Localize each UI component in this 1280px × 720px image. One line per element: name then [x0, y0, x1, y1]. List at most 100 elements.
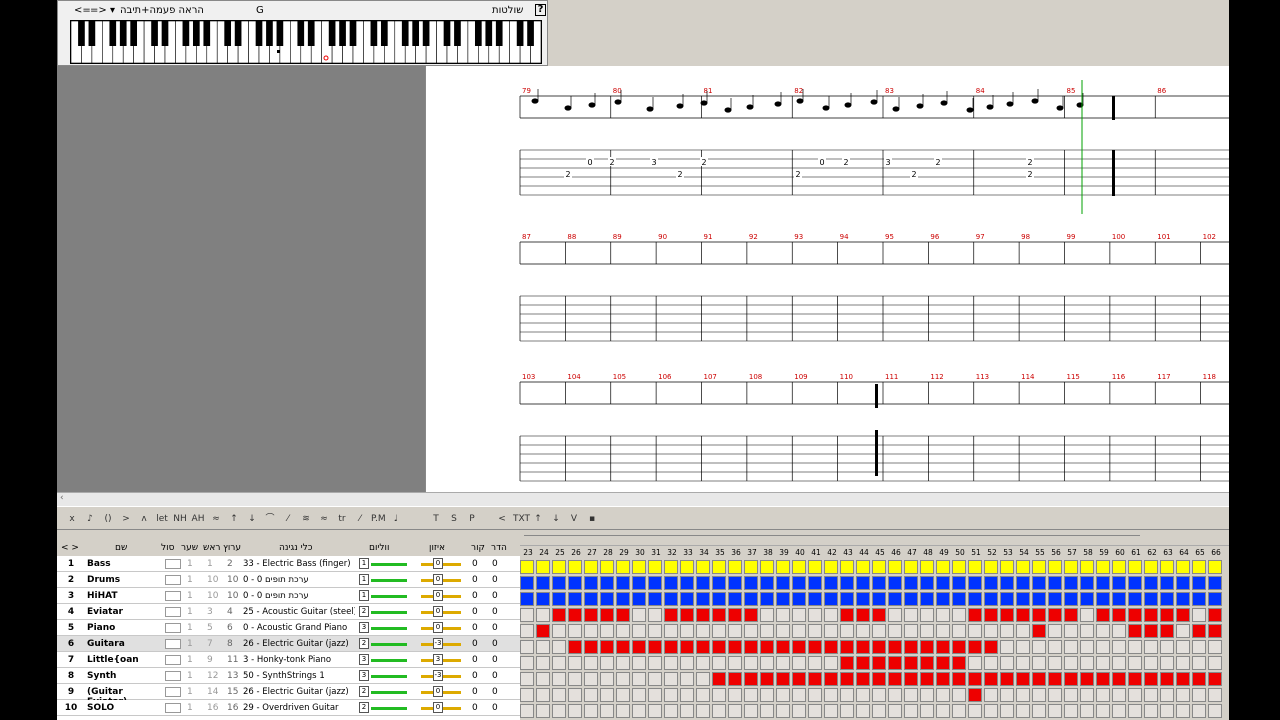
timeline-block[interactable]: [696, 688, 710, 702]
timeline-block[interactable]: [536, 624, 550, 638]
timeline-block[interactable]: [744, 640, 758, 654]
timeline-block[interactable]: [920, 592, 934, 606]
timeline-block[interactable]: [536, 688, 550, 702]
piano-black-key[interactable]: [130, 21, 138, 46]
timeline-block[interactable]: [1048, 688, 1062, 702]
timeline-block[interactable]: [744, 576, 758, 590]
timeline-block[interactable]: [664, 592, 678, 606]
tab-number[interactable]: 2: [843, 158, 848, 167]
solo-mute-checkbox[interactable]: [165, 703, 181, 713]
track-port[interactable]: 1: [187, 591, 193, 601]
timeline-block[interactable]: [920, 608, 934, 622]
solo-mute-checkbox[interactable]: [165, 607, 181, 617]
balance-slider[interactable]: 0: [417, 686, 465, 698]
timeline-block[interactable]: [872, 656, 886, 670]
timeline-block[interactable]: [936, 656, 950, 670]
timeline-block[interactable]: [760, 592, 774, 606]
timeline-block[interactable]: [1000, 624, 1014, 638]
timeline-block[interactable]: [952, 592, 966, 606]
timeline-block[interactable]: [1128, 624, 1142, 638]
timeline-block[interactable]: [1064, 656, 1078, 670]
track-name[interactable]: Piano: [87, 623, 159, 633]
timeline-block[interactable]: [1112, 704, 1126, 718]
track-instrument[interactable]: 29 - Overdriven Guitar: [243, 703, 355, 713]
toolbar-button[interactable]: ⁄: [353, 511, 367, 527]
timeline-block[interactable]: [936, 624, 950, 638]
timeline-block[interactable]: [792, 576, 806, 590]
track-port[interactable]: 1: [187, 703, 193, 713]
timeline-block[interactable]: [760, 704, 774, 718]
timeline-block[interactable]: [1048, 576, 1062, 590]
timeline-block[interactable]: [1144, 704, 1158, 718]
toolbar-button[interactable]: ↓: [245, 511, 259, 527]
piano-black-key[interactable]: [161, 21, 169, 46]
note-head[interactable]: [986, 104, 994, 110]
timeline-block[interactable]: [584, 592, 598, 606]
timeline-block[interactable]: [728, 688, 742, 702]
note-head[interactable]: [564, 105, 572, 111]
timeline-block[interactable]: [1176, 560, 1190, 574]
timeline-block[interactable]: [680, 672, 694, 686]
timeline-block[interactable]: [1096, 608, 1110, 622]
timeline-block[interactable]: [696, 704, 710, 718]
track-port[interactable]: 1: [187, 687, 193, 697]
track-reverb[interactable]: 0: [492, 623, 498, 633]
toolbar-button[interactable]: ↓: [549, 511, 563, 527]
track-instrument[interactable]: 25 - Acoustic Guitar (steel): [243, 607, 355, 617]
timeline-block[interactable]: [872, 560, 886, 574]
timeline-block[interactable]: [1160, 560, 1174, 574]
timeline-block[interactable]: [552, 656, 566, 670]
timeline-block[interactable]: [1112, 656, 1126, 670]
timeline-block[interactable]: [1096, 560, 1110, 574]
timeline-block[interactable]: [664, 656, 678, 670]
timeline-block[interactable]: [888, 640, 902, 654]
track-chorus[interactable]: 0: [472, 703, 478, 713]
timeline-block[interactable]: [1032, 704, 1046, 718]
timeline-block[interactable]: [1112, 560, 1126, 574]
timeline-block[interactable]: [984, 656, 998, 670]
timeline-block[interactable]: [1144, 608, 1158, 622]
timeline-block[interactable]: [1208, 672, 1222, 686]
timeline-block[interactable]: [984, 640, 998, 654]
timeline-block[interactable]: [568, 576, 582, 590]
timeline-block[interactable]: [760, 688, 774, 702]
timeline-block[interactable]: [680, 592, 694, 606]
timeline-block[interactable]: [952, 608, 966, 622]
timeline-block[interactable]: [712, 576, 726, 590]
track-head[interactable]: 16: [207, 703, 218, 713]
timeline-block[interactable]: [952, 656, 966, 670]
timeline-block[interactable]: [1176, 640, 1190, 654]
timeline-block[interactable]: [856, 656, 870, 670]
timeline-block[interactable]: [792, 624, 806, 638]
timeline-block[interactable]: [968, 576, 982, 590]
piano-black-key[interactable]: [422, 21, 430, 46]
note-head[interactable]: [916, 103, 924, 109]
timeline-block[interactable]: [984, 688, 998, 702]
track-reverb[interactable]: 0: [492, 559, 498, 569]
timeline-block[interactable]: [872, 640, 886, 654]
timeline-block[interactable]: [648, 624, 662, 638]
timeline-block[interactable]: [520, 688, 534, 702]
timeline-block[interactable]: [1064, 624, 1078, 638]
timeline-block[interactable]: [728, 608, 742, 622]
timeline-block[interactable]: [792, 672, 806, 686]
timeline-block[interactable]: [1112, 672, 1126, 686]
timeline-block[interactable]: [1080, 560, 1094, 574]
track-instrument[interactable]: 33 - Electric Bass (finger): [243, 559, 355, 569]
timeline-block[interactable]: [1064, 704, 1078, 718]
timeline-block[interactable]: [616, 640, 630, 654]
timeline-block[interactable]: [888, 592, 902, 606]
timeline-block[interactable]: [1176, 592, 1190, 606]
timeline-block[interactable]: [520, 608, 534, 622]
timeline-block[interactable]: [1016, 672, 1030, 686]
timeline-block[interactable]: [1080, 608, 1094, 622]
timeline-block[interactable]: [728, 672, 742, 686]
timeline-block[interactable]: [520, 592, 534, 606]
timeline-block[interactable]: [728, 592, 742, 606]
timeline-block[interactable]: [1160, 656, 1174, 670]
timeline-block[interactable]: [808, 672, 822, 686]
toolbar-button[interactable]: T: [429, 511, 443, 527]
timeline-block[interactable]: [744, 672, 758, 686]
tab-number[interactable]: 2: [701, 158, 706, 167]
timeline-block[interactable]: [664, 640, 678, 654]
